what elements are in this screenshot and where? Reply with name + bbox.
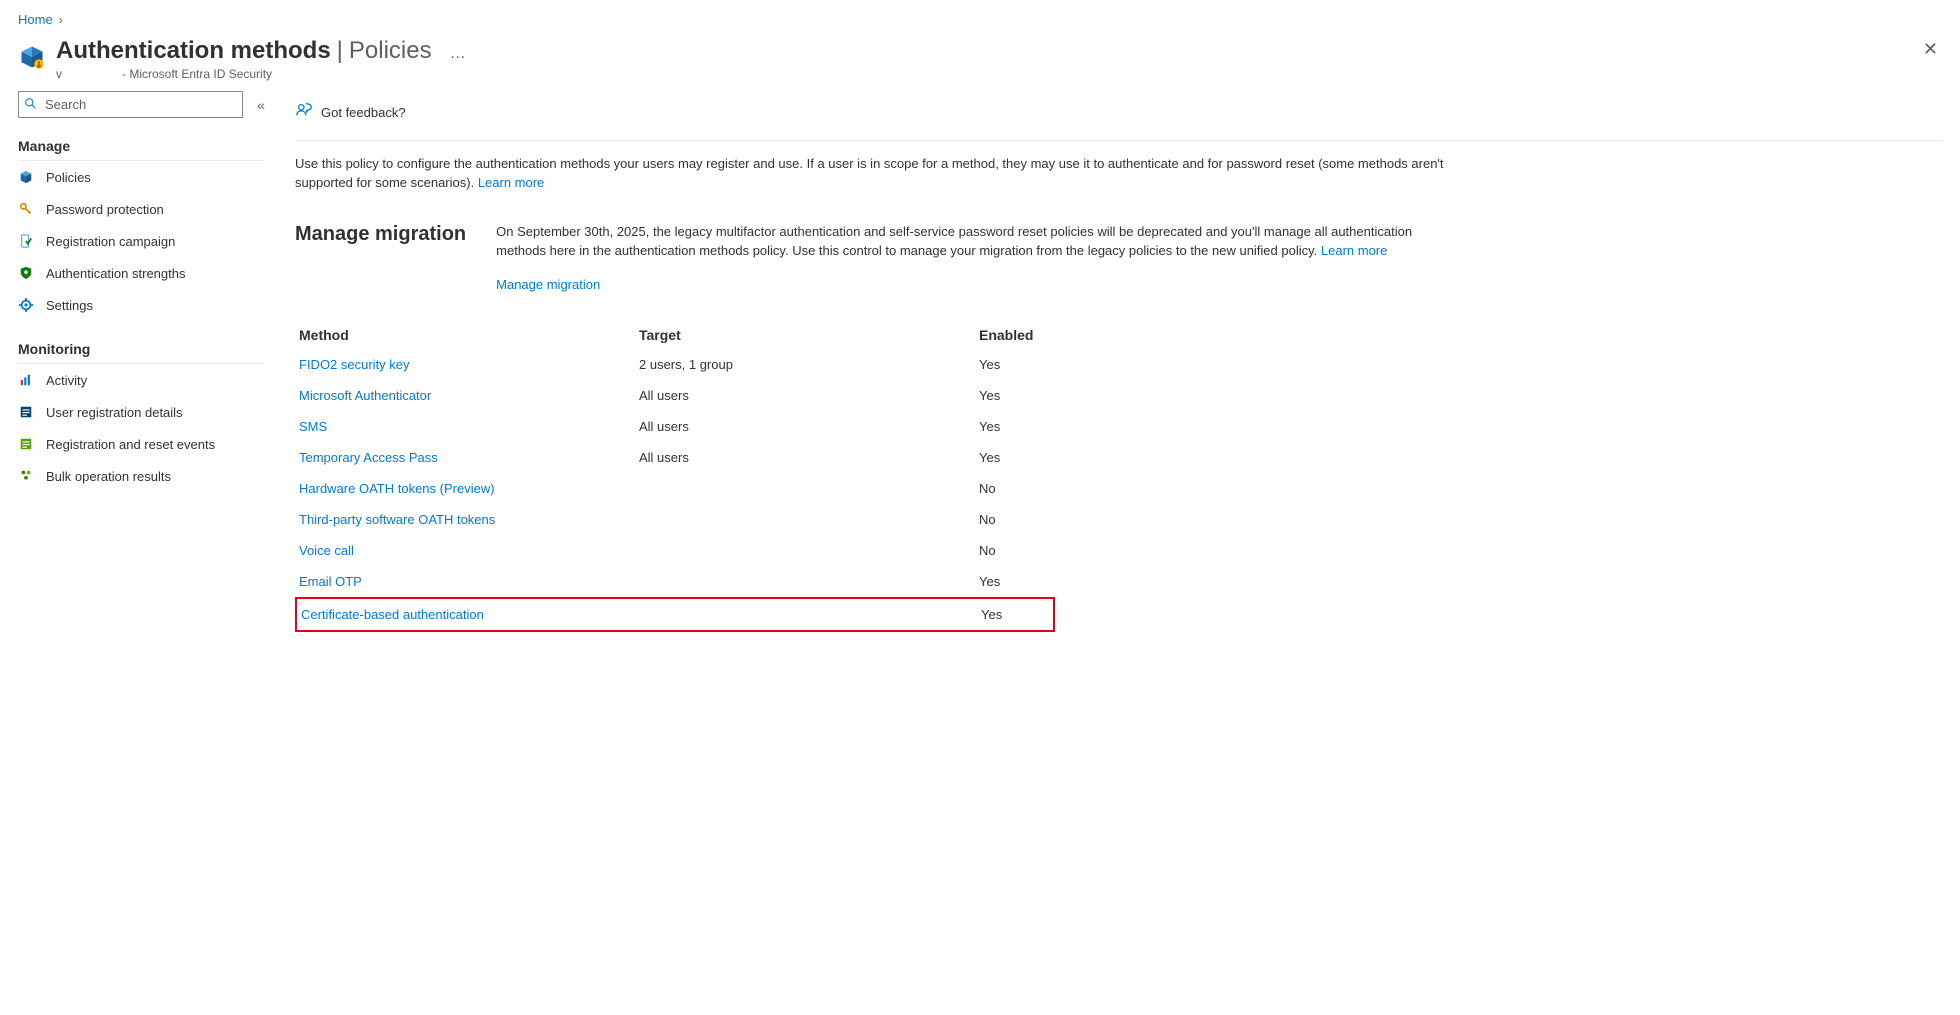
sidebar-item-registration-campaign[interactable]: Registration campaign (18, 225, 265, 257)
details-icon (18, 404, 34, 420)
sidebar-item-label: Policies (46, 170, 91, 185)
methods-table: Method Target Enabled FIDO2 security key… (295, 321, 1055, 632)
table-row: FIDO2 security key2 users, 1 groupYes (295, 349, 1055, 380)
table-row: Hardware OATH tokens (Preview)No (295, 473, 1055, 504)
feedback-button[interactable]: Got feedback? (295, 97, 406, 128)
table-row: Microsoft AuthenticatorAll usersYes (295, 380, 1055, 411)
enabled-cell: Yes (979, 357, 1059, 372)
method-link[interactable]: Certificate-based authentication (301, 607, 484, 622)
intro-body: Use this policy to configure the authent… (295, 156, 1444, 190)
auth-methods-icon (18, 43, 46, 71)
migration-title: Manage migration (295, 223, 466, 296)
title-separator: | (337, 37, 343, 65)
enabled-cell: No (979, 543, 1059, 558)
target-cell: 2 users, 1 group (639, 357, 979, 372)
sidebar-section-monitoring: Monitoring (18, 341, 265, 364)
sidebar-item-registration-reset-events[interactable]: Registration and reset events (18, 428, 265, 460)
page-meta-prefix: v (56, 67, 62, 81)
enabled-cell: No (979, 512, 1059, 527)
page-meta: v - Microsoft Entra ID Security (56, 67, 1942, 81)
table-row: Temporary Access PassAll usersYes (295, 442, 1055, 473)
sidebar-item-label: User registration details (46, 405, 183, 420)
sidebar-item-password-protection[interactable]: Password protection (18, 193, 265, 225)
method-link[interactable]: Microsoft Authenticator (299, 388, 431, 403)
enabled-cell: Yes (979, 450, 1059, 465)
col-header-enabled: Enabled (979, 327, 1059, 343)
target-cell: All users (639, 419, 979, 434)
more-button[interactable]: … (450, 45, 466, 63)
sidebar-item-activity[interactable]: Activity (18, 364, 265, 396)
method-link[interactable]: Temporary Access Pass (299, 450, 438, 465)
bulk-icon (18, 468, 34, 484)
sidebar-item-label: Authentication strengths (46, 266, 185, 281)
events-icon (18, 436, 34, 452)
enabled-cell: Yes (979, 574, 1059, 589)
sidebar-item-user-registration-details[interactable]: User registration details (18, 396, 265, 428)
intro-learn-more-link[interactable]: Learn more (478, 175, 544, 190)
page-header: Authentication methods | Policies … v - … (0, 31, 1960, 91)
feedback-label: Got feedback? (321, 105, 406, 120)
breadcrumb: Home › (0, 0, 1960, 31)
target-cell: All users (639, 450, 979, 465)
search-input[interactable] (18, 91, 243, 118)
close-button[interactable]: ✕ (1923, 39, 1938, 60)
method-link[interactable]: Hardware OATH tokens (Preview) (299, 481, 495, 496)
sidebar-item-bulk-operation-results[interactable]: Bulk operation results (18, 460, 265, 492)
sidebar-item-label: Password protection (46, 202, 164, 217)
sidebar-item-label: Registration and reset events (46, 437, 215, 452)
migration-section: Manage migration On September 30th, 2025… (295, 223, 1455, 296)
enabled-cell: Yes (979, 388, 1059, 403)
enabled-cell: Yes (981, 607, 1061, 622)
col-header-target: Target (639, 327, 979, 343)
registration-icon (18, 233, 34, 249)
sidebar-section-manage: Manage (18, 138, 265, 161)
key-icon (18, 201, 34, 217)
page-meta-suffix: - Microsoft Entra ID Security (122, 67, 272, 81)
sidebar-item-label: Activity (46, 373, 87, 388)
table-row: SMSAll usersYes (295, 411, 1055, 442)
table-row: Voice callNo (295, 535, 1055, 566)
table-row: Certificate-based authenticationYes (295, 597, 1055, 632)
feedback-icon (295, 101, 313, 124)
sidebar-item-settings[interactable]: Settings (18, 289, 265, 321)
activity-icon (18, 372, 34, 388)
sidebar-item-label: Registration campaign (46, 234, 175, 249)
page-title: Authentication methods (56, 37, 331, 65)
sidebar-item-label: Bulk operation results (46, 469, 171, 484)
method-link[interactable]: SMS (299, 419, 327, 434)
method-link[interactable]: Third-party software OATH tokens (299, 512, 495, 527)
method-link[interactable]: Voice call (299, 543, 354, 558)
method-link[interactable]: FIDO2 security key (299, 357, 410, 372)
chevron-right-icon: › (59, 13, 63, 27)
shield-icon (18, 265, 34, 281)
migration-learn-more-link[interactable]: Learn more (1321, 243, 1387, 258)
table-row: Email OTPYes (295, 566, 1055, 597)
sidebar-item-label: Settings (46, 298, 93, 313)
main-content: Got feedback? Use this policy to configu… (283, 91, 1960, 662)
table-header-row: Method Target Enabled (295, 321, 1055, 349)
search-icon (24, 97, 37, 113)
target-cell: All users (639, 388, 979, 403)
sidebar-item-auth-strengths[interactable]: Authentication strengths (18, 257, 265, 289)
method-link[interactable]: Email OTP (299, 574, 362, 589)
breadcrumb-home[interactable]: Home (18, 12, 53, 27)
page-subtitle: Policies (349, 37, 432, 65)
toolbar: Got feedback? (295, 91, 1942, 141)
enabled-cell: No (979, 481, 1059, 496)
migration-body-text: On September 30th, 2025, the legacy mult… (496, 224, 1412, 258)
gear-icon (18, 297, 34, 313)
collapse-sidebar-button[interactable]: « (257, 97, 265, 113)
manage-migration-link[interactable]: Manage migration (496, 276, 600, 295)
intro-text: Use this policy to configure the authent… (295, 141, 1455, 193)
sidebar-item-policies[interactable]: Policies (18, 161, 265, 193)
enabled-cell: Yes (979, 419, 1059, 434)
policies-icon (18, 169, 34, 185)
col-header-method: Method (299, 327, 639, 343)
table-row: Third-party software OATH tokensNo (295, 504, 1055, 535)
sidebar: « Manage Policies Password protection Re… (0, 91, 283, 510)
